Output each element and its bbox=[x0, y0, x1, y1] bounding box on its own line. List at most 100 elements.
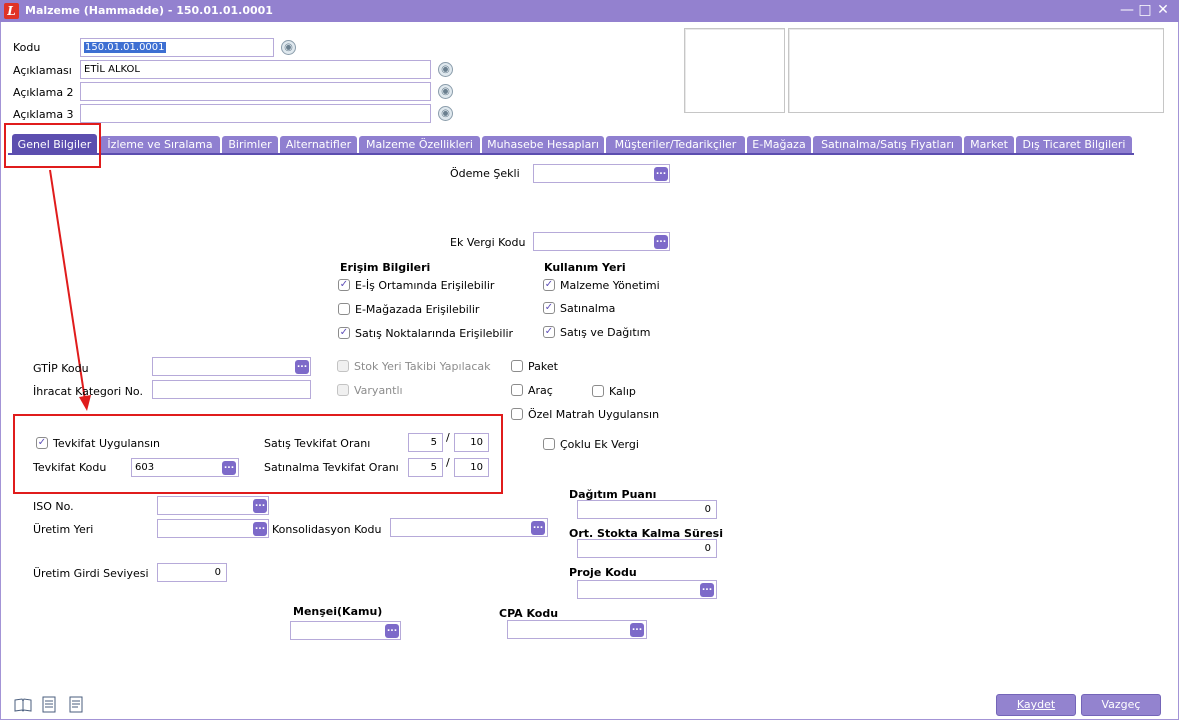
stok-yeri-label: Stok Yeri Takibi Yapılacak bbox=[354, 360, 491, 373]
tevkifat-label: Tevkifat Uygulansın bbox=[53, 437, 161, 450]
paket-label: Paket bbox=[528, 360, 558, 373]
coklu-ek-vergi-checkbox[interactable] bbox=[543, 438, 555, 450]
tab-market[interactable]: Market bbox=[964, 136, 1014, 153]
erisim-satis-noktalari-checkbox[interactable]: ✓ bbox=[338, 327, 350, 339]
uretim-girdi-label: Üretim Girdi Seviyesi bbox=[33, 567, 149, 580]
aciklama3-input[interactable] bbox=[80, 104, 431, 123]
image-box-2[interactable] bbox=[788, 28, 1164, 113]
stok-yeri-checkbox[interactable] bbox=[337, 360, 349, 372]
vazgec-label: Vazgeç bbox=[1101, 698, 1141, 711]
tevkifat-kodu-label: Tevkifat Kodu bbox=[33, 461, 107, 474]
tab-musteriler-tedarikciler[interactable]: Müşteriler/Tedarikçiler bbox=[606, 136, 745, 153]
satis-tevkifat-slash: / bbox=[446, 431, 450, 444]
app-logo-icon: L bbox=[4, 3, 19, 19]
kodu-label: Kodu bbox=[13, 41, 41, 54]
tab-muhasebe-hesaplari[interactable]: Muhasebe Hesapları bbox=[482, 136, 604, 153]
ozel-matrah-checkbox[interactable] bbox=[511, 408, 523, 420]
satis-tevkifat-den-input[interactable]: 10 bbox=[454, 433, 489, 452]
aciklamasi-label: Açıklaması bbox=[13, 64, 72, 77]
globe-icon[interactable]: ◉ bbox=[281, 40, 296, 55]
globe-icon[interactable]: ◉ bbox=[438, 106, 453, 121]
dagitim-puani-input[interactable]: 0 bbox=[577, 500, 717, 519]
ihracat-label: İhracat Kategori No. bbox=[33, 385, 143, 398]
aciklama2-label: Açıklama 2 bbox=[13, 86, 74, 99]
lookup-button[interactable]: ... bbox=[253, 522, 267, 536]
tevkifat-checkbox[interactable]: ✓ bbox=[36, 437, 48, 449]
tab-alternatifler[interactable]: Alternatifler bbox=[280, 136, 357, 153]
image-box-1[interactable] bbox=[684, 28, 785, 113]
proje-kodu-input[interactable] bbox=[577, 580, 717, 599]
annotation-arrow bbox=[49, 169, 91, 411]
odeme-sekli-input[interactable] bbox=[533, 164, 670, 183]
minimize-icon[interactable]: — bbox=[1119, 2, 1135, 18]
lookup-button[interactable]: ... bbox=[385, 624, 399, 638]
coklu-ek-vergi-label: Çoklu Ek Vergi bbox=[560, 438, 639, 451]
title-bar: L Malzeme (Hammadde) - 150.01.01.0001 — … bbox=[0, 0, 1179, 22]
paket-checkbox[interactable] bbox=[511, 360, 523, 372]
arac-label: Araç bbox=[528, 384, 553, 397]
ek-vergi-kodu-input[interactable] bbox=[533, 232, 670, 251]
tab-dis-ticaret-bilgileri[interactable]: Dış Ticaret Bilgileri bbox=[1016, 136, 1132, 153]
lookup-button[interactable]: ... bbox=[700, 583, 714, 597]
ozel-matrah-label: Özel Matrah Uygulansın bbox=[528, 408, 660, 421]
proje-kodu-label: Proje Kodu bbox=[569, 566, 637, 579]
lookup-button[interactable]: ... bbox=[654, 167, 668, 181]
lookup-button[interactable]: ... bbox=[654, 235, 668, 249]
kullanim-satis-dagitim-checkbox[interactable]: ✓ bbox=[543, 326, 555, 338]
satinalma-tevkifat-den-input[interactable]: 10 bbox=[454, 458, 489, 477]
ihracat-input[interactable] bbox=[152, 380, 311, 399]
kalip-checkbox[interactable] bbox=[592, 385, 604, 397]
aciklama3-label: Açıklama 3 bbox=[13, 108, 74, 121]
erisim-title: Erişim Bilgileri bbox=[340, 261, 431, 274]
satis-tevkifat-num-input[interactable]: 5 bbox=[408, 433, 443, 452]
erisim-e-is-checkbox[interactable]: ✓ bbox=[338, 279, 350, 291]
arac-checkbox[interactable] bbox=[511, 384, 523, 396]
kullanim-title: Kullanım Yeri bbox=[544, 261, 626, 274]
notes-icon[interactable] bbox=[68, 696, 84, 714]
konsolidasyon-label: Konsolidasyon Kodu bbox=[272, 523, 382, 536]
lookup-button[interactable]: ... bbox=[630, 623, 644, 637]
uretim-girdi-input[interactable]: 0 bbox=[157, 563, 227, 582]
erisim-e-magaza-label: E-Mağazada Erişilebilir bbox=[355, 303, 480, 316]
kaydet-button[interactable]: Kaydet bbox=[996, 694, 1076, 716]
erisim-satis-noktalari-label: Satış Noktalarında Erişilebilir bbox=[355, 327, 514, 340]
satinalma-tevkifat-num-input[interactable]: 5 bbox=[408, 458, 443, 477]
globe-icon[interactable]: ◉ bbox=[438, 84, 453, 99]
book-icon[interactable] bbox=[14, 697, 32, 713]
kodu-input[interactable]: 150.01.01.0001 bbox=[80, 38, 274, 57]
cpa-input[interactable] bbox=[507, 620, 647, 639]
aciklamasi-input[interactable]: ETİL ALKOL bbox=[80, 60, 431, 79]
kullanim-satinalma-checkbox[interactable]: ✓ bbox=[543, 302, 555, 314]
aciklama2-input[interactable] bbox=[80, 82, 431, 101]
erisim-e-magaza-checkbox[interactable] bbox=[338, 303, 350, 315]
kaydet-label: Kaydet bbox=[1016, 698, 1056, 711]
mensei-label: Menşei(Kamu) bbox=[293, 605, 383, 618]
tab-e-magaza[interactable]: E-Mağaza bbox=[747, 136, 811, 153]
tab-satinalma-satis-fiyatlari[interactable]: Satınalma/Satış Fiyatları bbox=[813, 136, 962, 153]
kullanim-malzeme-checkbox[interactable]: ✓ bbox=[543, 279, 555, 291]
tab-malzeme-ozellikleri[interactable]: Malzeme Özellikleri bbox=[359, 136, 480, 153]
gtip-input[interactable] bbox=[152, 357, 311, 376]
highlight-box-tevkifat bbox=[13, 414, 503, 494]
tab-izleme-siralama[interactable]: İzleme ve Sıralama bbox=[100, 136, 220, 153]
satis-tevkifat-label: Satış Tevkifat Oranı bbox=[264, 437, 371, 450]
varyantli-checkbox[interactable] bbox=[337, 384, 349, 396]
konsolidasyon-input[interactable] bbox=[390, 518, 548, 537]
lookup-button[interactable]: ... bbox=[531, 521, 545, 535]
vazgec-button[interactable]: Vazgeç bbox=[1081, 694, 1161, 716]
globe-icon[interactable]: ◉ bbox=[438, 62, 453, 77]
document-icon[interactable] bbox=[41, 696, 57, 714]
kalip-label: Kalıp bbox=[609, 385, 636, 398]
tab-birimler[interactable]: Birimler bbox=[222, 136, 278, 153]
ort-stokta-input[interactable]: 0 bbox=[577, 539, 717, 558]
close-icon[interactable]: ✕ bbox=[1155, 2, 1171, 18]
maximize-icon[interactable]: □ bbox=[1137, 2, 1153, 18]
lookup-button[interactable]: ... bbox=[295, 360, 309, 374]
window-title: Malzeme (Hammadde) - 150.01.01.0001 bbox=[25, 4, 273, 17]
lookup-button[interactable]: ... bbox=[222, 461, 236, 475]
lookup-button[interactable]: ... bbox=[253, 499, 267, 513]
varyantli-label: Varyantlı bbox=[354, 384, 403, 397]
ek-vergi-kodu-label: Ek Vergi Kodu bbox=[450, 236, 526, 249]
uretim-yeri-label: Üretim Yeri bbox=[33, 523, 94, 536]
kullanim-malzeme-label: Malzeme Yönetimi bbox=[560, 279, 660, 292]
